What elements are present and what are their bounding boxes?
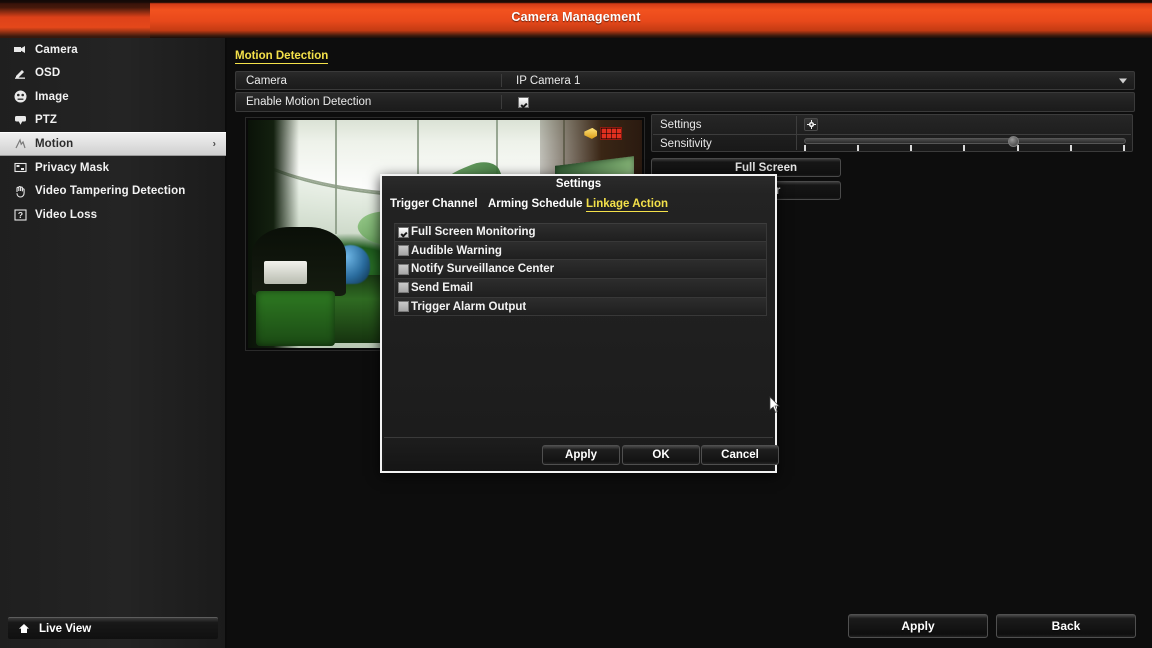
sidebar-item-label: Video Tampering Detection: [35, 185, 186, 198]
alarm-yellow-icon: [584, 127, 598, 139]
camera-label: Camera: [246, 74, 287, 87]
tab-linkage-action[interactable]: Linkage Action: [586, 198, 668, 212]
chevron-right-icon: ›: [212, 138, 216, 150]
sidebar: Camera OSD Image PTZ Motion › Privacy Ma…: [0, 38, 226, 648]
option-label: Audible Warning: [411, 244, 502, 257]
sidebar-nav-list: Camera OSD Image PTZ Motion › Privacy Ma…: [0, 38, 226, 227]
privacy-mask-icon: [12, 161, 28, 175]
sensitivity-label: Sensitivity: [660, 137, 712, 150]
send-email-checkbox[interactable]: [398, 282, 409, 294]
window-title: Camera Management: [511, 10, 641, 24]
slider-tick: [1122, 145, 1125, 151]
motion-grid-red-icon: [600, 126, 623, 140]
back-button[interactable]: Back: [996, 614, 1136, 638]
apply-button[interactable]: Apply: [848, 614, 988, 638]
notify-surveillance-center-checkbox[interactable]: [398, 263, 409, 275]
dialog-footer: Apply OK Cancel: [384, 437, 779, 471]
preview-green-bag: [255, 291, 335, 346]
ptz-icon: [12, 113, 28, 127]
sidebar-item-label: OSD: [35, 67, 61, 80]
back-label: Back: [1051, 619, 1081, 633]
slider-tick: [804, 145, 806, 151]
window-title-bar: Camera Management: [0, 0, 1152, 38]
svg-text:?: ?: [17, 210, 22, 220]
option-label: Full Screen Monitoring: [411, 226, 536, 239]
full-screen-monitoring-checkbox[interactable]: [398, 226, 409, 238]
camera-management-window: Camera Management Camera OSD Image PTZ M…: [0, 0, 1152, 648]
option-row-send-email[interactable]: Send Email: [394, 279, 767, 298]
preview-overlay-icons: [584, 126, 623, 140]
slider-tick: [1016, 145, 1019, 151]
live-view-button[interactable]: Live View: [8, 617, 218, 639]
dialog-tabs: Trigger Channel Arming Schedule Linkage …: [390, 198, 770, 216]
option-label: Trigger Alarm Output: [411, 300, 527, 313]
option-row-trigger-alarm-output[interactable]: Trigger Alarm Output: [394, 297, 767, 317]
sidebar-item-ptz[interactable]: PTZ: [0, 109, 226, 133]
settings-row[interactable]: Settings: [652, 115, 1132, 134]
preview-white-label: [263, 261, 308, 285]
sidebar-item-video-loss[interactable]: ? Video Loss: [0, 203, 226, 227]
enable-motion-detection-row[interactable]: Enable Motion Detection: [235, 92, 1135, 112]
sidebar-item-image[interactable]: Image: [0, 85, 226, 109]
page-title: Motion Detection: [235, 50, 329, 64]
tab-arming-schedule[interactable]: Arming Schedule: [488, 198, 583, 210]
motion-icon: [12, 137, 28, 151]
sensitivity-slider[interactable]: [804, 136, 1126, 151]
option-row-full-screen-monitoring[interactable]: Full Screen Monitoring: [394, 223, 767, 242]
mouse-cursor: [769, 396, 781, 414]
sidebar-item-osd[interactable]: OSD: [0, 62, 226, 86]
sidebar-item-label: Motion: [35, 138, 74, 150]
motion-settings-panel: Settings Sensitivity: [651, 114, 1133, 152]
gear-icon[interactable]: [804, 118, 818, 131]
audible-warning-checkbox[interactable]: [398, 245, 409, 257]
camera-value: IP Camera 1: [516, 74, 581, 87]
sidebar-item-label: Image: [35, 90, 69, 103]
slider-track: [804, 138, 1126, 144]
enable-motion-detection-checkbox[interactable]: [518, 97, 529, 108]
row-divider: [501, 74, 502, 87]
row-divider: [501, 95, 502, 109]
osd-icon: [12, 66, 28, 80]
sidebar-item-privacy-mask[interactable]: Privacy Mask: [0, 156, 226, 180]
sidebar-item-label: Video Loss: [35, 208, 98, 221]
chevron-down-icon[interactable]: [1119, 78, 1127, 83]
tampering-hand-icon: [12, 184, 28, 198]
camera-select-row[interactable]: Camera IP Camera 1: [235, 71, 1135, 90]
sidebar-item-video-tampering-detection[interactable]: Video Tampering Detection: [0, 180, 226, 204]
slider-tick: [910, 145, 913, 151]
trigger-alarm-output-checkbox[interactable]: [398, 301, 409, 313]
image-icon: [12, 90, 28, 104]
settings-dialog: Settings Trigger Channel Arming Schedule…: [380, 174, 779, 473]
full-screen-label: Full Screen: [735, 161, 797, 174]
sidebar-item-label: PTZ: [35, 114, 58, 127]
enable-motion-detection-label: Enable Motion Detection: [246, 96, 372, 108]
slider-tick: [963, 145, 966, 151]
dialog-cancel-label: Cancel: [721, 449, 759, 461]
slider-tick: [857, 145, 860, 151]
dialog-cancel-button[interactable]: Cancel: [701, 445, 779, 465]
video-loss-icon: ?: [12, 208, 28, 222]
sidebar-item-label: Camera: [35, 43, 78, 56]
dialog-apply-label: Apply: [565, 449, 597, 461]
sidebar-item-camera[interactable]: Camera: [0, 38, 226, 62]
slider-tick: [1069, 145, 1072, 151]
home-icon: [18, 623, 32, 634]
sidebar-item-motion[interactable]: Motion ›: [0, 132, 226, 156]
dialog-ok-button[interactable]: OK: [622, 445, 700, 465]
linkage-action-options: Full Screen Monitoring Audible Warning N…: [394, 223, 767, 317]
tab-trigger-channel[interactable]: Trigger Channel: [390, 198, 478, 210]
camera-icon: [12, 43, 28, 57]
live-view-label: Live View: [39, 622, 92, 635]
dialog-title: Settings: [555, 178, 602, 190]
dialog-ok-label: OK: [652, 449, 670, 461]
settings-label: Settings: [660, 118, 702, 131]
dialog-apply-button[interactable]: Apply: [542, 445, 620, 465]
option-row-audible-warning[interactable]: Audible Warning: [394, 241, 767, 261]
apply-label: Apply: [901, 619, 935, 633]
sidebar-item-label: Privacy Mask: [35, 161, 110, 174]
option-label: Notify Surveillance Center: [411, 263, 555, 276]
option-row-notify-surveillance-center[interactable]: Notify Surveillance Center: [394, 260, 767, 280]
option-label: Send Email: [411, 281, 473, 294]
